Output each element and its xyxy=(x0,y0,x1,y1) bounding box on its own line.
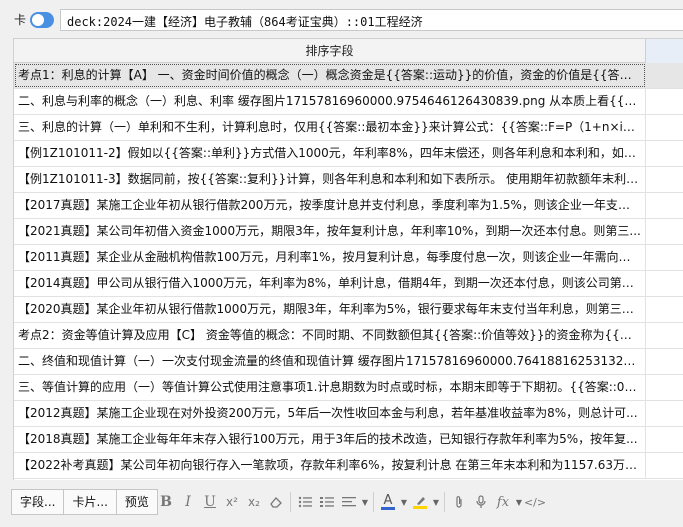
table-row[interactable]: 【2017真题】某施工企业年初从银行借款200万元，按季度计息并支付利息，季度利… xyxy=(14,193,683,219)
chevron-down-icon[interactable]: ▼ xyxy=(360,498,370,507)
sort-field-cell[interactable]: 二、终值和现值计算（一）一次支付现金流量的终值和现值计算 缓存图片1715781… xyxy=(14,349,646,374)
extra-cell[interactable] xyxy=(646,115,683,140)
superscript-icon[interactable]: x² xyxy=(221,490,243,514)
attachment-icon[interactable] xyxy=(448,490,470,514)
divider xyxy=(373,492,374,512)
extra-cell[interactable] xyxy=(646,63,683,88)
sort-field-cell[interactable]: 考点2：资金等值计算及应用【C】 资金等值的概念：不同时期、不同数额但其{{答案… xyxy=(14,323,646,348)
chevron-down-icon[interactable]: ▼ xyxy=(514,498,524,507)
sort-field-cell[interactable]: 【2020真题】某企业年初从银行借款1000万元，期限3年，年利率为5%，银行要… xyxy=(14,297,646,322)
toolbar-button-group: 字段... 卡片... 预览 xyxy=(11,489,158,515)
toggle-knob xyxy=(32,14,44,26)
extra-cell[interactable] xyxy=(646,167,683,192)
table-row[interactable]: 【2012真题】某施工企业现在对外投资200万元，5年后一次性收回本金与利息，若… xyxy=(14,401,683,427)
sort-field-cell[interactable]: 二、利息与利率的概念（一）利息、利率 缓存图片17157816960000.97… xyxy=(14,89,646,114)
table-row[interactable]: 二、利息与利率的概念（一）利息、利率 缓存图片17157816960000.97… xyxy=(14,89,683,115)
sort-field-cell[interactable]: 【2014真题】甲公司从银行借入1000万元，年利率为8%，单利计息，借期4年，… xyxy=(14,271,646,296)
sort-field-cell[interactable]: 【2021真题】某公司年初借入资金1000万元，期限3年，按年复利计息，年利率1… xyxy=(14,219,646,244)
table-row[interactable]: 【2011真题】某企业从金融机构借款100万元，月利率1%，按月复利计息，每季度… xyxy=(14,245,683,271)
table-row[interactable]: 【2018真题】某施工企业每年年末存入银行100万元，用于3年后的技术改造，已知… xyxy=(14,427,683,453)
table-row[interactable]: 考点2：资金等值计算及应用【C】 资金等值的概念：不同时期、不同数额但其{{答案… xyxy=(14,323,683,349)
extra-cell[interactable] xyxy=(646,141,683,166)
sort-field-cell[interactable]: 【2018真题】某施工企业每年年末存入银行100万元，用于3年后的技术改造，已知… xyxy=(14,427,646,452)
toggle-label: 卡 xyxy=(14,13,27,27)
sort-field-cell[interactable]: 【2017真题】某施工企业年初从银行借款200万元，按季度计息并支付利息，季度利… xyxy=(14,193,646,218)
sort-field-cell[interactable]: 三、利息的计算（一）单利和不生利，计算利息时，仅用{{答案::最初本金}}来计算… xyxy=(14,115,646,140)
sort-field-cell[interactable]: 【2011真题】某企业从金融机构借款100万元，月利率1%，按月复利计息，每季度… xyxy=(14,245,646,270)
extra-cell[interactable] xyxy=(646,297,683,322)
extra-cell[interactable] xyxy=(646,349,683,374)
sort-field-cell[interactable]: 【2012真题】某施工企业现在对外投资200万元，5年后一次性收回本金与利息，若… xyxy=(14,401,646,426)
chevron-down-icon[interactable]: ▼ xyxy=(399,498,409,507)
extra-cell[interactable] xyxy=(646,193,683,218)
table-row[interactable]: 二、终值和现值计算（一）一次支付现金流量的终值和现值计算 缓存图片1715781… xyxy=(14,349,683,375)
sort-field-cell[interactable]: 【例1Z101011-2】假如以{{答案::单利}}方式借入1000元，年利率8… xyxy=(14,141,646,166)
table-row[interactable]: 三、等值计算的应用（一）等值计算公式使用注意事项1.计息期数为时点或时标，本期末… xyxy=(14,375,683,401)
table-row[interactable]: 【2022补考真题】某公司年初向银行存入一笔款项，存款年利率6%，按复利计息 在… xyxy=(14,453,683,479)
search-input[interactable]: deck:2024一建【经济】电子教辅（864考证宝典）::01工程经济 xyxy=(60,9,683,31)
sort-field-cell[interactable]: 三、等值计算的应用（一）等值计算公式使用注意事项1.计息期数为时点或时标，本期末… xyxy=(14,375,646,400)
top-bar: 卡 deck:2024一建【经济】电子教辅（864考证宝典）::01工程经济 xyxy=(0,0,683,38)
extra-cell[interactable] xyxy=(646,427,683,452)
toggle-switch[interactable] xyxy=(30,12,54,28)
highlight-icon[interactable] xyxy=(409,490,431,514)
extra-cell[interactable] xyxy=(646,453,683,478)
extra-cell[interactable] xyxy=(646,271,683,296)
divider xyxy=(444,492,445,512)
text-color-icon[interactable]: A xyxy=(377,490,399,514)
subscript-icon[interactable]: x₂ xyxy=(243,490,265,514)
table-row[interactable]: 【2020真题】某企业年初从银行借款1000万元，期限3年，年利率为5%，银行要… xyxy=(14,297,683,323)
preview-button[interactable]: 预览 xyxy=(116,489,158,515)
extra-cell[interactable] xyxy=(646,401,683,426)
align-icon[interactable] xyxy=(338,490,360,514)
underline-icon[interactable]: U xyxy=(199,490,221,514)
divider xyxy=(290,492,291,512)
html-editor-icon[interactable]: </> xyxy=(524,490,546,514)
unordered-list-icon[interactable] xyxy=(294,490,316,514)
table-row[interactable]: 【例1Z101011-3】数据同前，按{{答案::复利}}计算，则各年利息和本利… xyxy=(14,167,683,193)
table-row[interactable]: 【2021真题】某公司年初借入资金1000万元，期限3年，按年复利计息，年利率1… xyxy=(14,219,683,245)
extra-cell[interactable] xyxy=(646,219,683,244)
extra-cell[interactable] xyxy=(646,245,683,270)
table-row[interactable]: 三、利息的计算（一）单利和不生利，计算利息时，仅用{{答案::最初本金}}来计算… xyxy=(14,115,683,141)
table-header: 排序字段 xyxy=(14,39,683,63)
editor-toolbar: 字段... 卡片... 预览 B I U x² x₂ ▼ A ▼ ▼ fx ▼ … xyxy=(0,482,683,527)
column-header-extra[interactable] xyxy=(646,39,683,63)
chevron-down-icon[interactable]: ▼ xyxy=(431,498,441,507)
table-row[interactable]: 考点1：利息的计算【A】 一、资金时间价值的概念（一）概念资金是{{答案::运动… xyxy=(14,63,683,89)
sort-field-cell[interactable]: 【2022补考真题】某公司年初向银行存入一笔款项，存款年利率6%，按复利计息 在… xyxy=(14,453,646,478)
sort-field-cell[interactable]: 【例1Z101011-3】数据同前，按{{答案::复利}}计算，则各年利息和本利… xyxy=(14,167,646,192)
extra-cell[interactable] xyxy=(646,89,683,114)
bold-icon[interactable]: B xyxy=(155,490,177,514)
table-body: 考点1：利息的计算【A】 一、资金时间价值的概念（一）概念资金是{{答案::运动… xyxy=(14,63,683,479)
fields-button[interactable]: 字段... xyxy=(11,489,65,515)
extra-cell[interactable] xyxy=(646,323,683,348)
extra-cell[interactable] xyxy=(646,375,683,400)
card-toggle[interactable]: 卡 xyxy=(8,10,54,30)
browser-table: 排序字段 考点1：利息的计算【A】 一、资金时间价值的概念（一）概念资金是{{答… xyxy=(13,38,683,480)
table-row[interactable]: 【例1Z101011-2】假如以{{答案::单利}}方式借入1000元，年利率8… xyxy=(14,141,683,167)
ordered-list-icon[interactable] xyxy=(316,490,338,514)
formula-icon[interactable]: fx xyxy=(492,490,514,514)
italic-icon[interactable]: I xyxy=(177,490,199,514)
eraser-icon[interactable] xyxy=(265,490,287,514)
microphone-icon[interactable] xyxy=(470,490,492,514)
sort-field-cell[interactable]: 考点1：利息的计算【A】 一、资金时间价值的概念（一）概念资金是{{答案::运动… xyxy=(14,63,646,88)
table-row[interactable]: 【2014真题】甲公司从银行借入1000万元，年利率为8%，单利计息，借期4年，… xyxy=(14,271,683,297)
format-toolbar: B I U x² x₂ ▼ A ▼ ▼ fx ▼ </> xyxy=(155,489,546,515)
cards-button[interactable]: 卡片... xyxy=(64,489,117,515)
column-header-sort-field[interactable]: 排序字段 xyxy=(14,39,646,63)
